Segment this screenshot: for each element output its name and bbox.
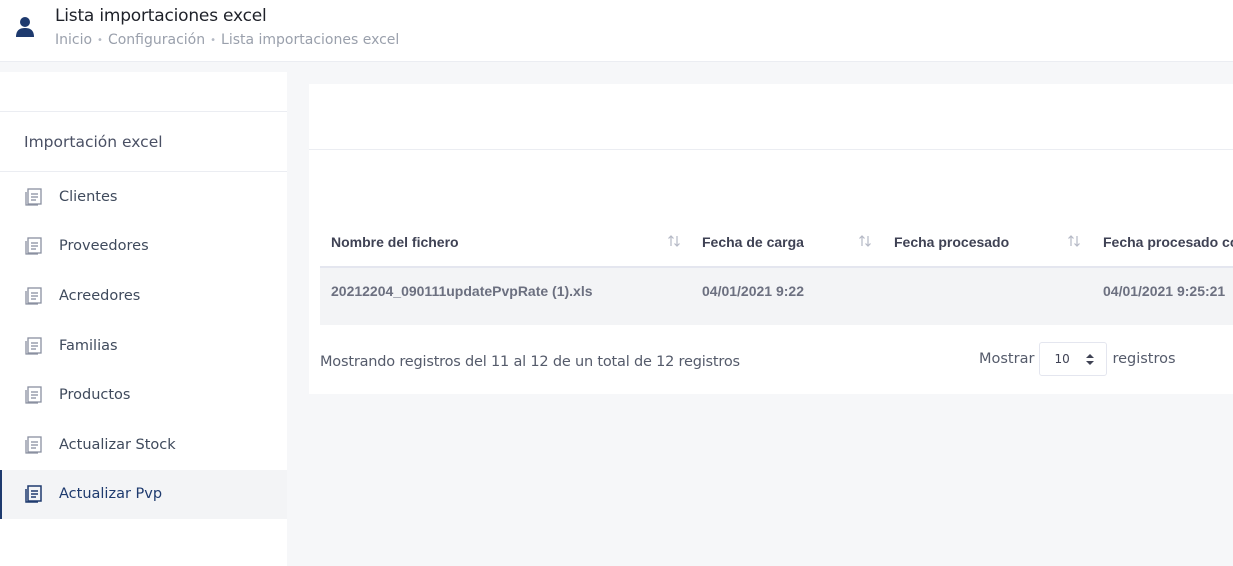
- table-header: Nombre del fichero Fecha de carga Fecha …: [320, 217, 1233, 268]
- page-title: Lista importaciones excel: [55, 6, 267, 26]
- breadcrumb-separator: •: [210, 34, 217, 46]
- page-size-value: 10: [1054, 352, 1070, 366]
- sidebar-item-label: Familias: [59, 337, 118, 354]
- card-header: [309, 84, 1233, 150]
- breadcrumb-item-current: Lista importaciones excel: [221, 32, 400, 48]
- sidebar-item-label: Clientes: [59, 188, 118, 205]
- pagination-info: Mostrando registros del 11 al 12 de un t…: [320, 354, 740, 370]
- sidebar-item-label: Productos: [59, 387, 131, 404]
- document-icon: [25, 188, 42, 206]
- document-icon: [25, 287, 42, 305]
- imports-card: Nombre del fichero Fecha de carga Fecha …: [309, 84, 1233, 394]
- column-header-filename[interactable]: Nombre del fichero: [331, 234, 459, 250]
- imports-table: Nombre del fichero Fecha de carga Fecha …: [320, 217, 1233, 325]
- sidebar-item-label: Proveedores: [59, 238, 149, 255]
- document-icon: [25, 485, 42, 504]
- sort-icon[interactable]: [1067, 234, 1081, 248]
- sidebar-item-acreedores[interactable]: Acreedores: [0, 271, 287, 321]
- cell-upload-date: 04/01/2021 9:22: [702, 283, 804, 299]
- column-header-upload-date[interactable]: Fecha de carga: [702, 234, 804, 250]
- records-label: registros: [1112, 351, 1176, 367]
- breadcrumb-separator: •: [97, 34, 103, 46]
- show-label: Mostrar: [979, 351, 1035, 367]
- top-header: Lista importaciones excel Inicio • Confi…: [0, 0, 1233, 62]
- sort-icon[interactable]: [667, 234, 681, 248]
- sort-caret-icon: [1086, 353, 1095, 365]
- sidebar-item-clientes[interactable]: Clientes: [0, 172, 287, 222]
- sidebar: Importación excel Clientes Proveedores A…: [0, 72, 287, 566]
- sidebar-item-familias[interactable]: Familias: [0, 321, 287, 371]
- sidebar-item-label: Actualizar Stock: [59, 436, 176, 453]
- document-icon: [25, 336, 42, 355]
- cell-filename: 20212204_090111updatePvpRate (1).xls: [331, 283, 593, 299]
- cell-processed-date-2: 04/01/2021 9:25:21: [1103, 283, 1226, 299]
- breadcrumb-item-inicio[interactable]: Inicio: [55, 32, 92, 48]
- sidebar-item-label: Acreedores: [59, 287, 141, 304]
- sidebar-item-productos[interactable]: Productos: [0, 370, 287, 420]
- sidebar-top-spacer: [0, 72, 287, 112]
- sidebar-item-label: Actualizar Pvp: [59, 486, 163, 503]
- document-icon: [25, 436, 42, 454]
- sidebar-item-actualizar-stock[interactable]: Actualizar Stock: [0, 420, 287, 470]
- column-header-processed-date-2[interactable]: Fecha procesado co: [1103, 234, 1233, 250]
- page-size-select[interactable]: 10: [1039, 342, 1108, 376]
- breadcrumb: Inicio • Configuración • Lista importaci…: [55, 32, 399, 48]
- sidebar-section-title: Importación excel: [0, 112, 287, 172]
- breadcrumb-item-configuracion[interactable]: Configuración: [108, 32, 205, 48]
- sort-icon[interactable]: [858, 234, 872, 248]
- document-icon: [25, 386, 42, 404]
- page-length-control: Mostrar 10 registros: [979, 342, 1176, 376]
- sidebar-menu: Clientes Proveedores Acreedores Familias…: [0, 172, 287, 520]
- sidebar-item-proveedores[interactable]: Proveedores: [0, 222, 287, 272]
- sidebar-item-actualizar-pvp[interactable]: Actualizar Pvp: [0, 469, 287, 520]
- table-row[interactable]: 20212204_090111updatePvpRate (1).xls 04/…: [320, 268, 1233, 325]
- user-icon[interactable]: [15, 16, 35, 38]
- document-icon: [25, 237, 42, 256]
- column-header-processed-date[interactable]: Fecha procesado: [894, 234, 1009, 250]
